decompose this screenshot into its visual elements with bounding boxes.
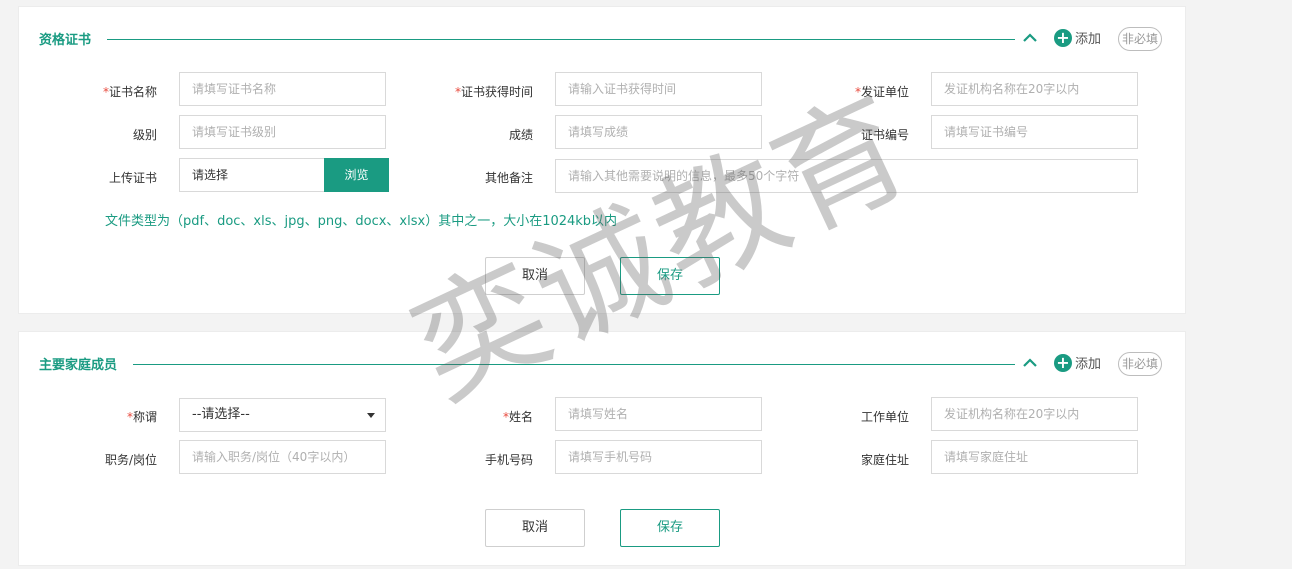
member-name-input[interactable] (555, 397, 762, 431)
family-optional-badge[interactable]: 非必填 (1118, 352, 1162, 376)
plus-circle-icon: + (1054, 28, 1072, 47)
family-section-divider (133, 364, 1015, 365)
cert-section-title: 资格证书 (39, 33, 92, 48)
phone-label: 手机号码 (484, 453, 533, 467)
cert-issuer-input[interactable] (931, 72, 1138, 106)
cert-score-input[interactable] (555, 115, 762, 149)
cert-section-divider (107, 39, 1015, 40)
cert-section: 资格证书 + 添加 非必填 *证书名称 *证书获得时间 *发证单位 级别 成绩 … (18, 6, 1186, 314)
plus-circle-icon: + (1054, 353, 1072, 372)
cert-score-label: 成绩 (508, 128, 533, 142)
position-input[interactable] (179, 440, 386, 474)
relation-select-value: --请选择-- (192, 407, 250, 422)
relation-select[interactable]: --请选择-- (179, 398, 386, 432)
employer-label: 工作单位 (860, 410, 909, 424)
member-name-label: *姓名 (502, 410, 533, 424)
cert-issuer-label: *发证单位 (854, 85, 909, 99)
family-section-title: 主要家庭成员 (39, 358, 118, 373)
cert-name-input[interactable] (179, 72, 386, 106)
family-save-button[interactable]: 保存 (620, 509, 720, 547)
cert-date-input[interactable] (555, 72, 762, 106)
cert-number-input[interactable] (931, 115, 1138, 149)
file-type-hint: 文件类型为（pdf、doc、xls、jpg、png、docx、xlsx）其中之一… (105, 214, 618, 229)
cert-remark-label: 其他备注 (484, 171, 533, 185)
cert-remark-input[interactable] (555, 159, 1138, 193)
cert-level-input[interactable] (179, 115, 386, 149)
cert-cancel-button[interactable]: 取消 (485, 257, 585, 295)
cert-add-button[interactable]: + 添加 (1054, 28, 1101, 47)
family-add-label: 添加 (1075, 357, 1102, 372)
cert-upload-label: 上传证书 (108, 171, 157, 185)
collapse-chevron-up-icon[interactable] (1022, 355, 1038, 371)
cert-save-button[interactable]: 保存 (620, 257, 720, 295)
family-cancel-button[interactable]: 取消 (485, 509, 585, 547)
cert-name-label: *证书名称 (102, 85, 157, 99)
family-add-button[interactable]: + 添加 (1054, 353, 1101, 372)
address-label: 家庭住址 (860, 453, 909, 467)
cert-add-label: 添加 (1075, 32, 1102, 47)
collapse-chevron-up-icon[interactable] (1022, 30, 1038, 46)
employer-input[interactable] (931, 397, 1138, 431)
cert-optional-badge[interactable]: 非必填 (1118, 27, 1162, 51)
position-label: 职务/岗位 (104, 453, 157, 467)
caret-down-icon (367, 413, 375, 418)
relation-label: *称谓 (126, 410, 157, 424)
family-section: 主要家庭成员 + 添加 非必填 *称谓 --请选择-- *姓名 工作单位 职务/… (18, 331, 1186, 566)
cert-level-label: 级别 (132, 128, 157, 142)
browse-button[interactable]: 浏览 (324, 158, 389, 192)
cert-upload-filename[interactable]: 请选择 (179, 158, 325, 192)
phone-input[interactable] (555, 440, 762, 474)
cert-date-label: *证书获得时间 (454, 85, 533, 99)
cert-number-label: 证书编号 (860, 128, 909, 142)
address-input[interactable] (931, 440, 1138, 474)
